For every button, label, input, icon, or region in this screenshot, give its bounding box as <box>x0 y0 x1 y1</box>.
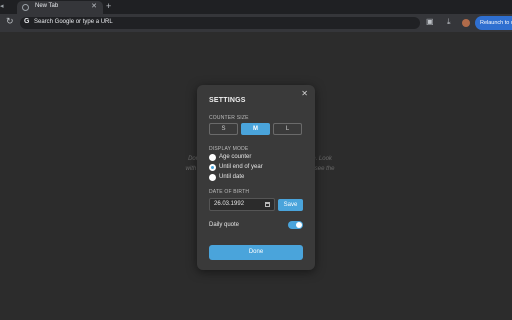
size-l-button[interactable]: L <box>273 123 302 135</box>
new-tab-button[interactable]: + <box>106 1 111 11</box>
tab-search-icon[interactable]: ◂ <box>0 2 4 10</box>
display-mode-label: DISPLAY MODE <box>209 146 249 152</box>
toolbar: ↻ G Search Google or type a URL ▣ ⤓ Rela… <box>0 14 512 32</box>
dob-value: 26.03.1992 <box>214 201 245 207</box>
tab-close-icon[interactable]: ✕ <box>91 2 97 10</box>
counter-size-label: COUNTER SIZE <box>209 115 249 121</box>
radio-until-end-of-year[interactable] <box>209 164 216 171</box>
close-icon[interactable]: ✕ <box>301 89 308 98</box>
size-s-button[interactable]: S <box>209 123 238 135</box>
extensions-icon[interactable]: ▣ <box>426 17 434 26</box>
address-bar[interactable]: G Search Google or type a URL <box>20 17 420 29</box>
google-icon: G <box>24 18 30 25</box>
tab-new-tab[interactable]: New Tab ✕ <box>17 1 103 14</box>
globe-icon <box>22 4 29 11</box>
mode-label: Until end of year <box>219 164 263 170</box>
toggle-knob <box>296 222 302 228</box>
mode-label: Age counter <box>219 154 252 160</box>
relaunch-button[interactable]: Relaunch to u <box>475 16 512 30</box>
dob-label: DATE OF BIRTH <box>209 189 250 195</box>
settings-title: SETTINGS <box>209 97 246 104</box>
mode-label: Until date <box>219 174 245 180</box>
tab-title: New Tab <box>35 3 59 9</box>
dob-field[interactable]: 26.03.1992 <box>209 198 275 211</box>
radio-until-date[interactable] <box>209 174 216 181</box>
daily-quote-label: Daily quote <box>209 222 240 228</box>
reload-icon[interactable]: ↻ <box>6 16 14 27</box>
tab-strip: ◂ New Tab ✕ + <box>0 0 512 14</box>
size-m-button[interactable]: M <box>241 123 270 135</box>
radio-age-counter[interactable] <box>209 154 216 161</box>
daily-quote-toggle[interactable] <box>288 221 303 229</box>
done-button[interactable]: Done <box>209 245 303 260</box>
address-bar-text: Search Google or type a URL <box>34 19 113 25</box>
calendar-icon[interactable] <box>265 202 270 207</box>
avatar[interactable] <box>462 19 470 27</box>
save-button[interactable]: Save <box>278 199 303 211</box>
download-icon[interactable]: ⤓ <box>447 17 451 27</box>
